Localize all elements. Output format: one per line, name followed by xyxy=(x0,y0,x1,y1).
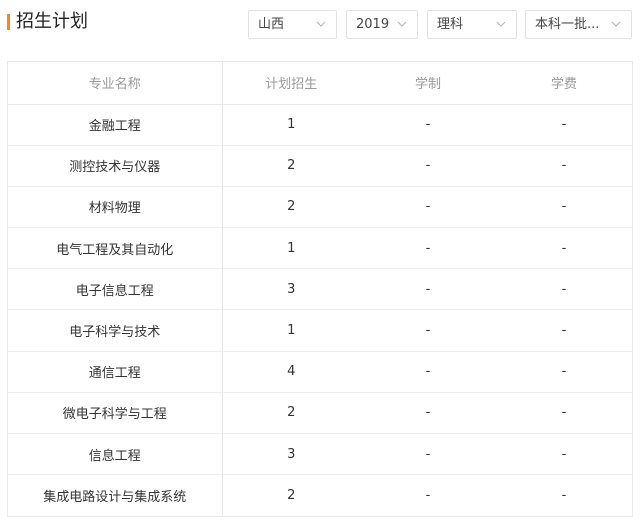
duration-cell: - xyxy=(360,268,496,311)
major-cell: 电子信息工程 xyxy=(8,268,223,311)
major-cell: 信息工程 xyxy=(8,433,223,476)
tuition-cell: - xyxy=(496,268,632,311)
major-cell: 测控技术与仪器 xyxy=(8,145,223,187)
duration-cell: - xyxy=(360,186,496,229)
tuition-cell: - xyxy=(496,433,632,476)
enrollment-plan-table: 专业名称 计划招生 学制 学费 金融工程 1 - - 测控技术与仪器 2 - -… xyxy=(7,61,633,517)
table-row: 电气工程及其自动化 1 - - xyxy=(8,227,632,270)
plan-count-cell: 2 xyxy=(222,145,360,187)
batch-select[interactable]: 本科一批... xyxy=(525,10,632,39)
plan-count-cell: 3 xyxy=(222,268,360,311)
province-select-value: 山西 xyxy=(258,17,285,32)
category-select-value: 理科 xyxy=(437,17,464,32)
duration-cell: - xyxy=(360,433,496,476)
duration-cell: - xyxy=(360,104,496,146)
tuition-cell: - xyxy=(496,351,632,393)
plan-count-cell: 1 xyxy=(222,104,360,146)
chevron-down-icon xyxy=(397,21,407,27)
tuition-cell: - xyxy=(496,104,632,146)
duration-cell: - xyxy=(360,309,496,352)
major-cell: 材料物理 xyxy=(8,186,223,229)
page-title: 招生计划 xyxy=(16,11,88,32)
duration-cell: - xyxy=(425,488,431,504)
plan-count-cell: 2 xyxy=(287,488,296,504)
tuition-cell: - xyxy=(496,309,632,352)
table-row: 信息工程 3 - - xyxy=(8,433,632,476)
table-row: 金融工程 1 - - xyxy=(8,104,632,146)
major-cell: 通信工程 xyxy=(8,351,223,393)
plan-count-cell: 4 xyxy=(222,351,360,393)
plan-count-cell: 1 xyxy=(222,309,360,352)
table-row: 微电子科学与工程 2 - - xyxy=(8,392,632,435)
duration-cell: - xyxy=(360,392,496,435)
table-row: 测控技术与仪器 2 - - xyxy=(8,145,632,187)
table-row: 电子信息工程 3 - - xyxy=(8,268,632,311)
duration-cell: - xyxy=(360,227,496,270)
column-header-duration: 学制 xyxy=(360,62,496,105)
major-cell: 电子科学与技术 xyxy=(8,309,223,352)
table-row: 材料物理 2 - - xyxy=(8,186,632,229)
duration-cell: - xyxy=(360,145,496,187)
table-row: 通信工程 4 - - xyxy=(8,351,632,393)
chevron-down-icon xyxy=(496,21,506,27)
chevron-down-icon xyxy=(316,21,326,27)
tuition-cell: - xyxy=(496,392,632,435)
batch-select-value: 本科一批... xyxy=(535,17,600,32)
tuition-cell: - xyxy=(496,186,632,229)
tuition-cell: - xyxy=(561,488,567,504)
major-cell: 金融工程 xyxy=(8,104,223,146)
table-row: 集成电路设计与集成系统 2 - - xyxy=(8,474,632,516)
year-select-value: 2019 xyxy=(356,17,390,32)
column-header-tuition: 学费 xyxy=(496,62,632,105)
column-header-major: 专业名称 xyxy=(8,62,223,105)
category-select[interactable]: 理科 xyxy=(427,10,517,39)
table-header-row: 专业名称 计划招生 学制 学费 xyxy=(8,62,632,105)
province-select[interactable]: 山西 xyxy=(248,10,337,39)
tuition-cell: - xyxy=(496,145,632,187)
plan-count-cell: 2 xyxy=(222,186,360,229)
plan-count-cell: 3 xyxy=(222,433,360,476)
major-cell: 电气工程及其自动化 xyxy=(8,227,223,270)
column-header-plan-count: 计划招生 xyxy=(222,62,360,105)
tuition-cell: - xyxy=(496,227,632,270)
table-row: 电子科学与技术 1 - - xyxy=(8,309,632,352)
year-select[interactable]: 2019 xyxy=(346,10,418,39)
title-accent-bar xyxy=(7,14,10,30)
major-cell: 集成电路设计与集成系统 xyxy=(8,474,223,516)
page-header: 招生计划 山西 2019 理科 本科一批... xyxy=(0,0,641,50)
chevron-down-icon xyxy=(611,21,621,27)
plan-count-cell: 2 xyxy=(222,392,360,435)
major-cell: 微电子科学与工程 xyxy=(8,392,223,435)
duration-cell: - xyxy=(360,351,496,393)
plan-count-cell: 1 xyxy=(222,227,360,270)
